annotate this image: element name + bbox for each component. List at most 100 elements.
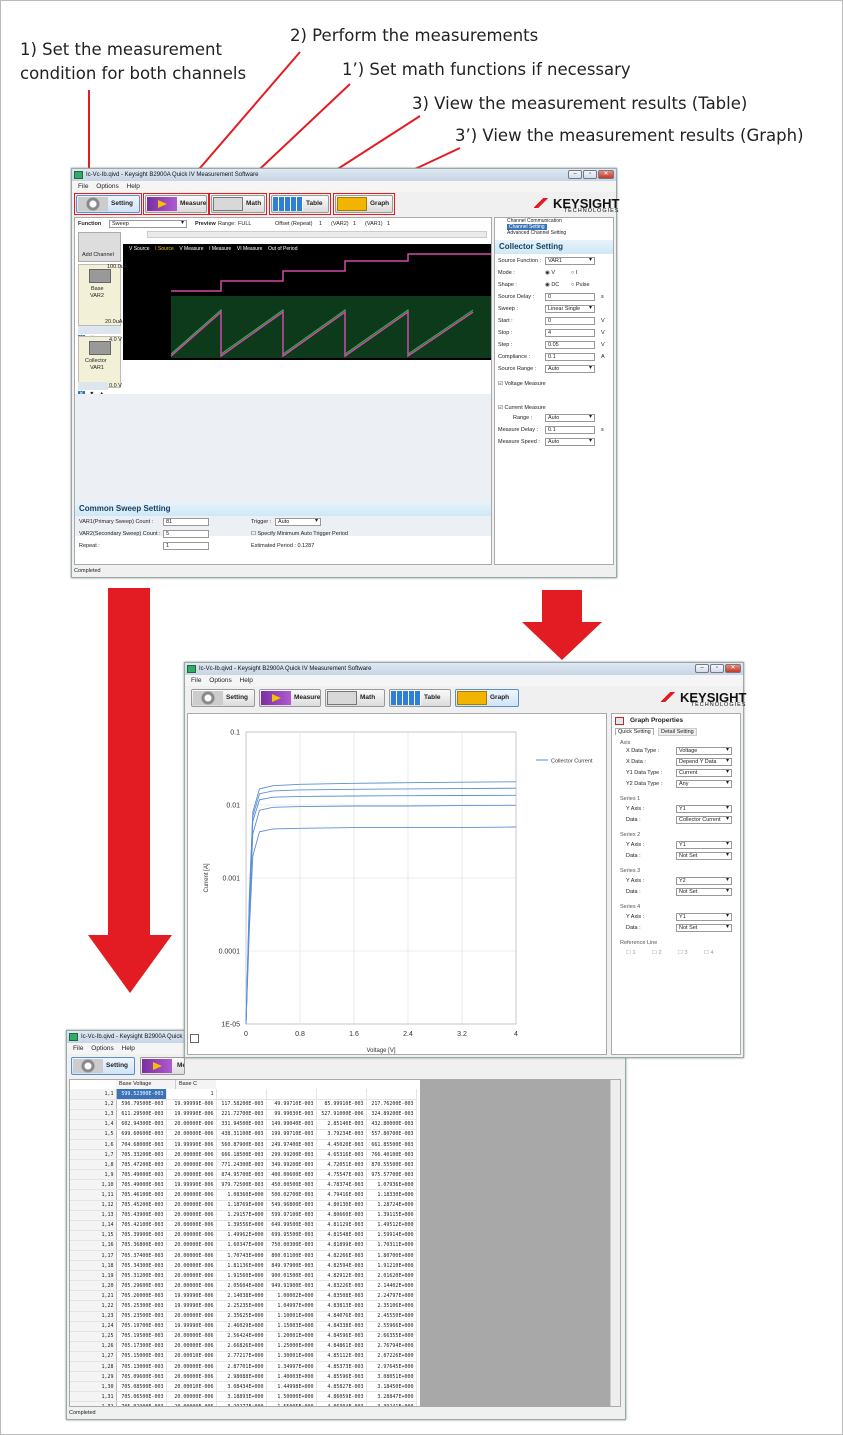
shape-pulse-radio[interactable]: ○ Pulse bbox=[571, 281, 590, 290]
menu-file[interactable]: File bbox=[73, 1045, 83, 1052]
table-row[interactable]: 1,31 705.06500E-003 20.00000E-006 3.18893E+… bbox=[70, 1391, 417, 1403]
measure-speed-select[interactable]: Auto bbox=[545, 438, 595, 446]
reference-line-checkbox-2[interactable]: ☐ 2 bbox=[652, 950, 662, 956]
col-header-base-voltage[interactable]: Base Voltage bbox=[116, 1080, 176, 1089]
table-row[interactable]: 1,19 705.31200E-003 20.00000E-006 1.91560E+… bbox=[70, 1270, 417, 1282]
offset-value[interactable]: 1 bbox=[319, 220, 322, 229]
channel-base-tile[interactable]: Base VAR2 100.0uA bbox=[78, 264, 128, 326]
range-value[interactable]: FULL bbox=[238, 220, 251, 229]
mode-v-radio[interactable]: ◉ V bbox=[545, 269, 555, 278]
nav-advanced-channel-setting[interactable]: Advanced Channel Setting bbox=[507, 230, 566, 236]
table-row[interactable]: 1,21 705.26000E-003 19.99990E-006 2.14038E+… bbox=[70, 1290, 417, 1302]
graph-button[interactable]: Graph bbox=[455, 689, 519, 707]
y1-data-type-select[interactable]: Current bbox=[676, 769, 732, 777]
table-row[interactable]: 1,1 599.52300E-003 1 bbox=[70, 1089, 417, 1100]
table-row[interactable]: 1,12 705.45200E-003 20.00000E-006 1.18769E+… bbox=[70, 1200, 417, 1211]
table-row[interactable]: 1,29 705.09600E-003 20.00000E-006 2.98088E+… bbox=[70, 1371, 417, 1383]
table-row[interactable]: 1,6 704.68000E-003 19.99990E-006 560.87900E… bbox=[70, 1139, 417, 1151]
shape-dc-radio[interactable]: ◉ DC bbox=[545, 281, 559, 290]
table-row[interactable]: 1,20 705.29600E-003 20.00000E-006 2.05604E+… bbox=[70, 1280, 417, 1292]
table-row[interactable]: 1,11 705.46100E-003 20.00000E-006 1.08360E+… bbox=[70, 1189, 417, 1201]
table-row[interactable]: 1,26 705.17300E-003 20.00000E-006 2.66826E+… bbox=[70, 1341, 417, 1352]
table-row[interactable]: 1,24 705.19700E-003 19.99990E-006 2.46029E+… bbox=[70, 1321, 417, 1332]
compliance-input[interactable]: 0.1 bbox=[545, 353, 595, 361]
series-2-data-select[interactable]: Not Set bbox=[676, 852, 732, 860]
table-button[interactable]: Table bbox=[389, 689, 451, 707]
table-scrollbar[interactable] bbox=[610, 1080, 620, 1406]
x-data-select[interactable]: Depend Y Data bbox=[676, 758, 732, 766]
var1-value[interactable]: 1 bbox=[387, 220, 390, 229]
var1-count-input[interactable]: 81 bbox=[163, 518, 209, 526]
menu-help[interactable]: Help bbox=[240, 677, 253, 684]
min-trigger-checkbox[interactable]: ☐ Specify Minimum Auto Trigger Period bbox=[251, 530, 348, 539]
table-row[interactable]: 1,10 705.49000E-003 19.99990E-006 979.72500… bbox=[70, 1179, 417, 1191]
current-measure-checkbox[interactable]: ☑ Current Measure bbox=[498, 404, 546, 413]
series-1-data-select[interactable]: Collector Current bbox=[676, 816, 732, 824]
table-row[interactable]: 1,3 611.29500E-003 19.99990E-006 221.72700E… bbox=[70, 1109, 417, 1120]
menu-options[interactable]: Options bbox=[91, 1045, 113, 1052]
repeat-input[interactable]: 1 bbox=[163, 542, 209, 550]
source-range-select[interactable]: Auto bbox=[545, 365, 595, 373]
var2-value[interactable]: 1 bbox=[353, 220, 356, 229]
source-function-select[interactable]: VAR1 bbox=[545, 257, 595, 265]
mode-i-radio[interactable]: ○ I bbox=[571, 269, 577, 278]
table-row[interactable]: 1,14 705.42100E-003 20.00000E-006 1.39556E+… bbox=[70, 1220, 417, 1231]
table-row[interactable]: 1,5 699.60600E-003 20.00000E-006 438.31100E… bbox=[70, 1129, 417, 1140]
series-3-data-select[interactable]: Not Set bbox=[676, 888, 732, 896]
trigger-select[interactable]: Auto bbox=[275, 518, 321, 526]
menu-file[interactable]: File bbox=[191, 677, 201, 684]
table-row[interactable]: 1,9 705.49000E-003 20.00000E-006 874.95700E… bbox=[70, 1169, 417, 1181]
table-row[interactable]: 1,22 705.25300E-003 19.99990E-006 2.25235E+… bbox=[70, 1300, 417, 1312]
x-data-type-select[interactable]: Voltage bbox=[676, 747, 732, 755]
table-row[interactable]: 1,32 705.02900E-003 20.00000E-006 3.29277E+… bbox=[70, 1401, 417, 1406]
tab-detail-setting[interactable]: Detail Setting bbox=[658, 728, 697, 736]
table-row[interactable]: 1,4 602.94300E-003 20.00000E-006 331.94500E… bbox=[70, 1119, 417, 1130]
menu-help[interactable]: Help bbox=[127, 183, 140, 190]
maximize-button[interactable]: ▫ bbox=[583, 170, 597, 179]
table-row[interactable]: 1,16 705.36800E-003 20.00000E-006 1.60347E+… bbox=[70, 1240, 417, 1252]
tab-quick-setting[interactable]: Quick Setting bbox=[615, 728, 654, 735]
measure-button[interactable]: Mea bbox=[140, 1057, 185, 1075]
table-row[interactable]: 1,18 705.34300E-003 20.00000E-006 1.81136E+… bbox=[70, 1260, 417, 1272]
step-input[interactable]: 0.05 bbox=[545, 341, 595, 349]
reference-line-checkbox-1[interactable]: ☐ 1 bbox=[626, 950, 636, 956]
function-select[interactable]: Sweep bbox=[109, 220, 187, 228]
measure-button[interactable]: Measure bbox=[259, 689, 321, 707]
sweep-select[interactable]: Linear Single bbox=[545, 305, 595, 313]
math-button[interactable]: Math bbox=[325, 689, 385, 707]
start-input[interactable]: 0 bbox=[545, 317, 595, 325]
table-row[interactable]: 1,17 705.37400E-003 20.00000E-006 1.70743E+… bbox=[70, 1250, 417, 1262]
var2-count-input[interactable]: 5 bbox=[163, 530, 209, 538]
table-row[interactable]: 1,30 705.08500E-003 20.00010E-006 3.08434E+… bbox=[70, 1381, 417, 1393]
setting-button[interactable]: Setting bbox=[191, 689, 255, 707]
measure-delay-input[interactable]: 0.1 bbox=[545, 426, 595, 434]
minimize-button[interactable]: – bbox=[568, 170, 582, 179]
y2-data-type-select[interactable]: Any bbox=[676, 780, 732, 788]
table-row[interactable]: 1,8 705.47200E-003 20.00000E-006 771.24300E… bbox=[70, 1159, 417, 1171]
reference-line-checkbox-4[interactable]: ☐ 4 bbox=[704, 950, 714, 956]
measure-range-select[interactable]: Auto bbox=[545, 414, 595, 422]
series-4-y-axis-select[interactable]: Y1 bbox=[676, 913, 732, 921]
table-row[interactable]: 1,27 705.15000E-003 20.00010E-006 2.77217E+… bbox=[70, 1351, 417, 1363]
col-header-base-current[interactable]: Base C bbox=[176, 1080, 216, 1089]
table-row[interactable]: 1,23 705.23500E-003 20.00000E-006 2.35625E+… bbox=[70, 1311, 417, 1322]
table-row[interactable]: 1,13 705.43900E-003 20.00000E-006 1.29157E+… bbox=[70, 1210, 417, 1221]
minimize-button[interactable]: – bbox=[695, 664, 709, 673]
source-delay-input[interactable]: 0 bbox=[545, 293, 595, 301]
series-1-y-axis-select[interactable]: Y1 bbox=[676, 805, 732, 813]
table-row[interactable]: 1,15 705.39900E-003 20.00000E-006 1.49962E+… bbox=[70, 1230, 417, 1241]
series-4-data-select[interactable]: Not Set bbox=[676, 924, 732, 932]
table-row[interactable]: 1,2 596.79500E-003 19.99999E-006 117.58200E… bbox=[70, 1099, 417, 1110]
setting-button[interactable]: Setting bbox=[71, 1057, 135, 1075]
series-2-y-axis-select[interactable]: Y1 bbox=[676, 841, 732, 849]
reference-line-checkbox-3[interactable]: ☐ 3 bbox=[678, 950, 688, 956]
preview-scrollbar[interactable] bbox=[147, 231, 487, 238]
close-button[interactable]: ✕ bbox=[598, 170, 614, 179]
menu-help[interactable]: Help bbox=[122, 1045, 135, 1052]
menu-options[interactable]: Options bbox=[96, 183, 118, 190]
menu-file[interactable]: File bbox=[78, 183, 88, 190]
stop-input[interactable]: 4 bbox=[545, 329, 595, 337]
maximize-button[interactable]: ▫ bbox=[710, 664, 724, 673]
add-channel-button[interactable]: Add Channel bbox=[78, 232, 121, 262]
table-row[interactable]: 1,25 705.19500E-003 20.00000E-006 2.56424E+… bbox=[70, 1331, 417, 1342]
